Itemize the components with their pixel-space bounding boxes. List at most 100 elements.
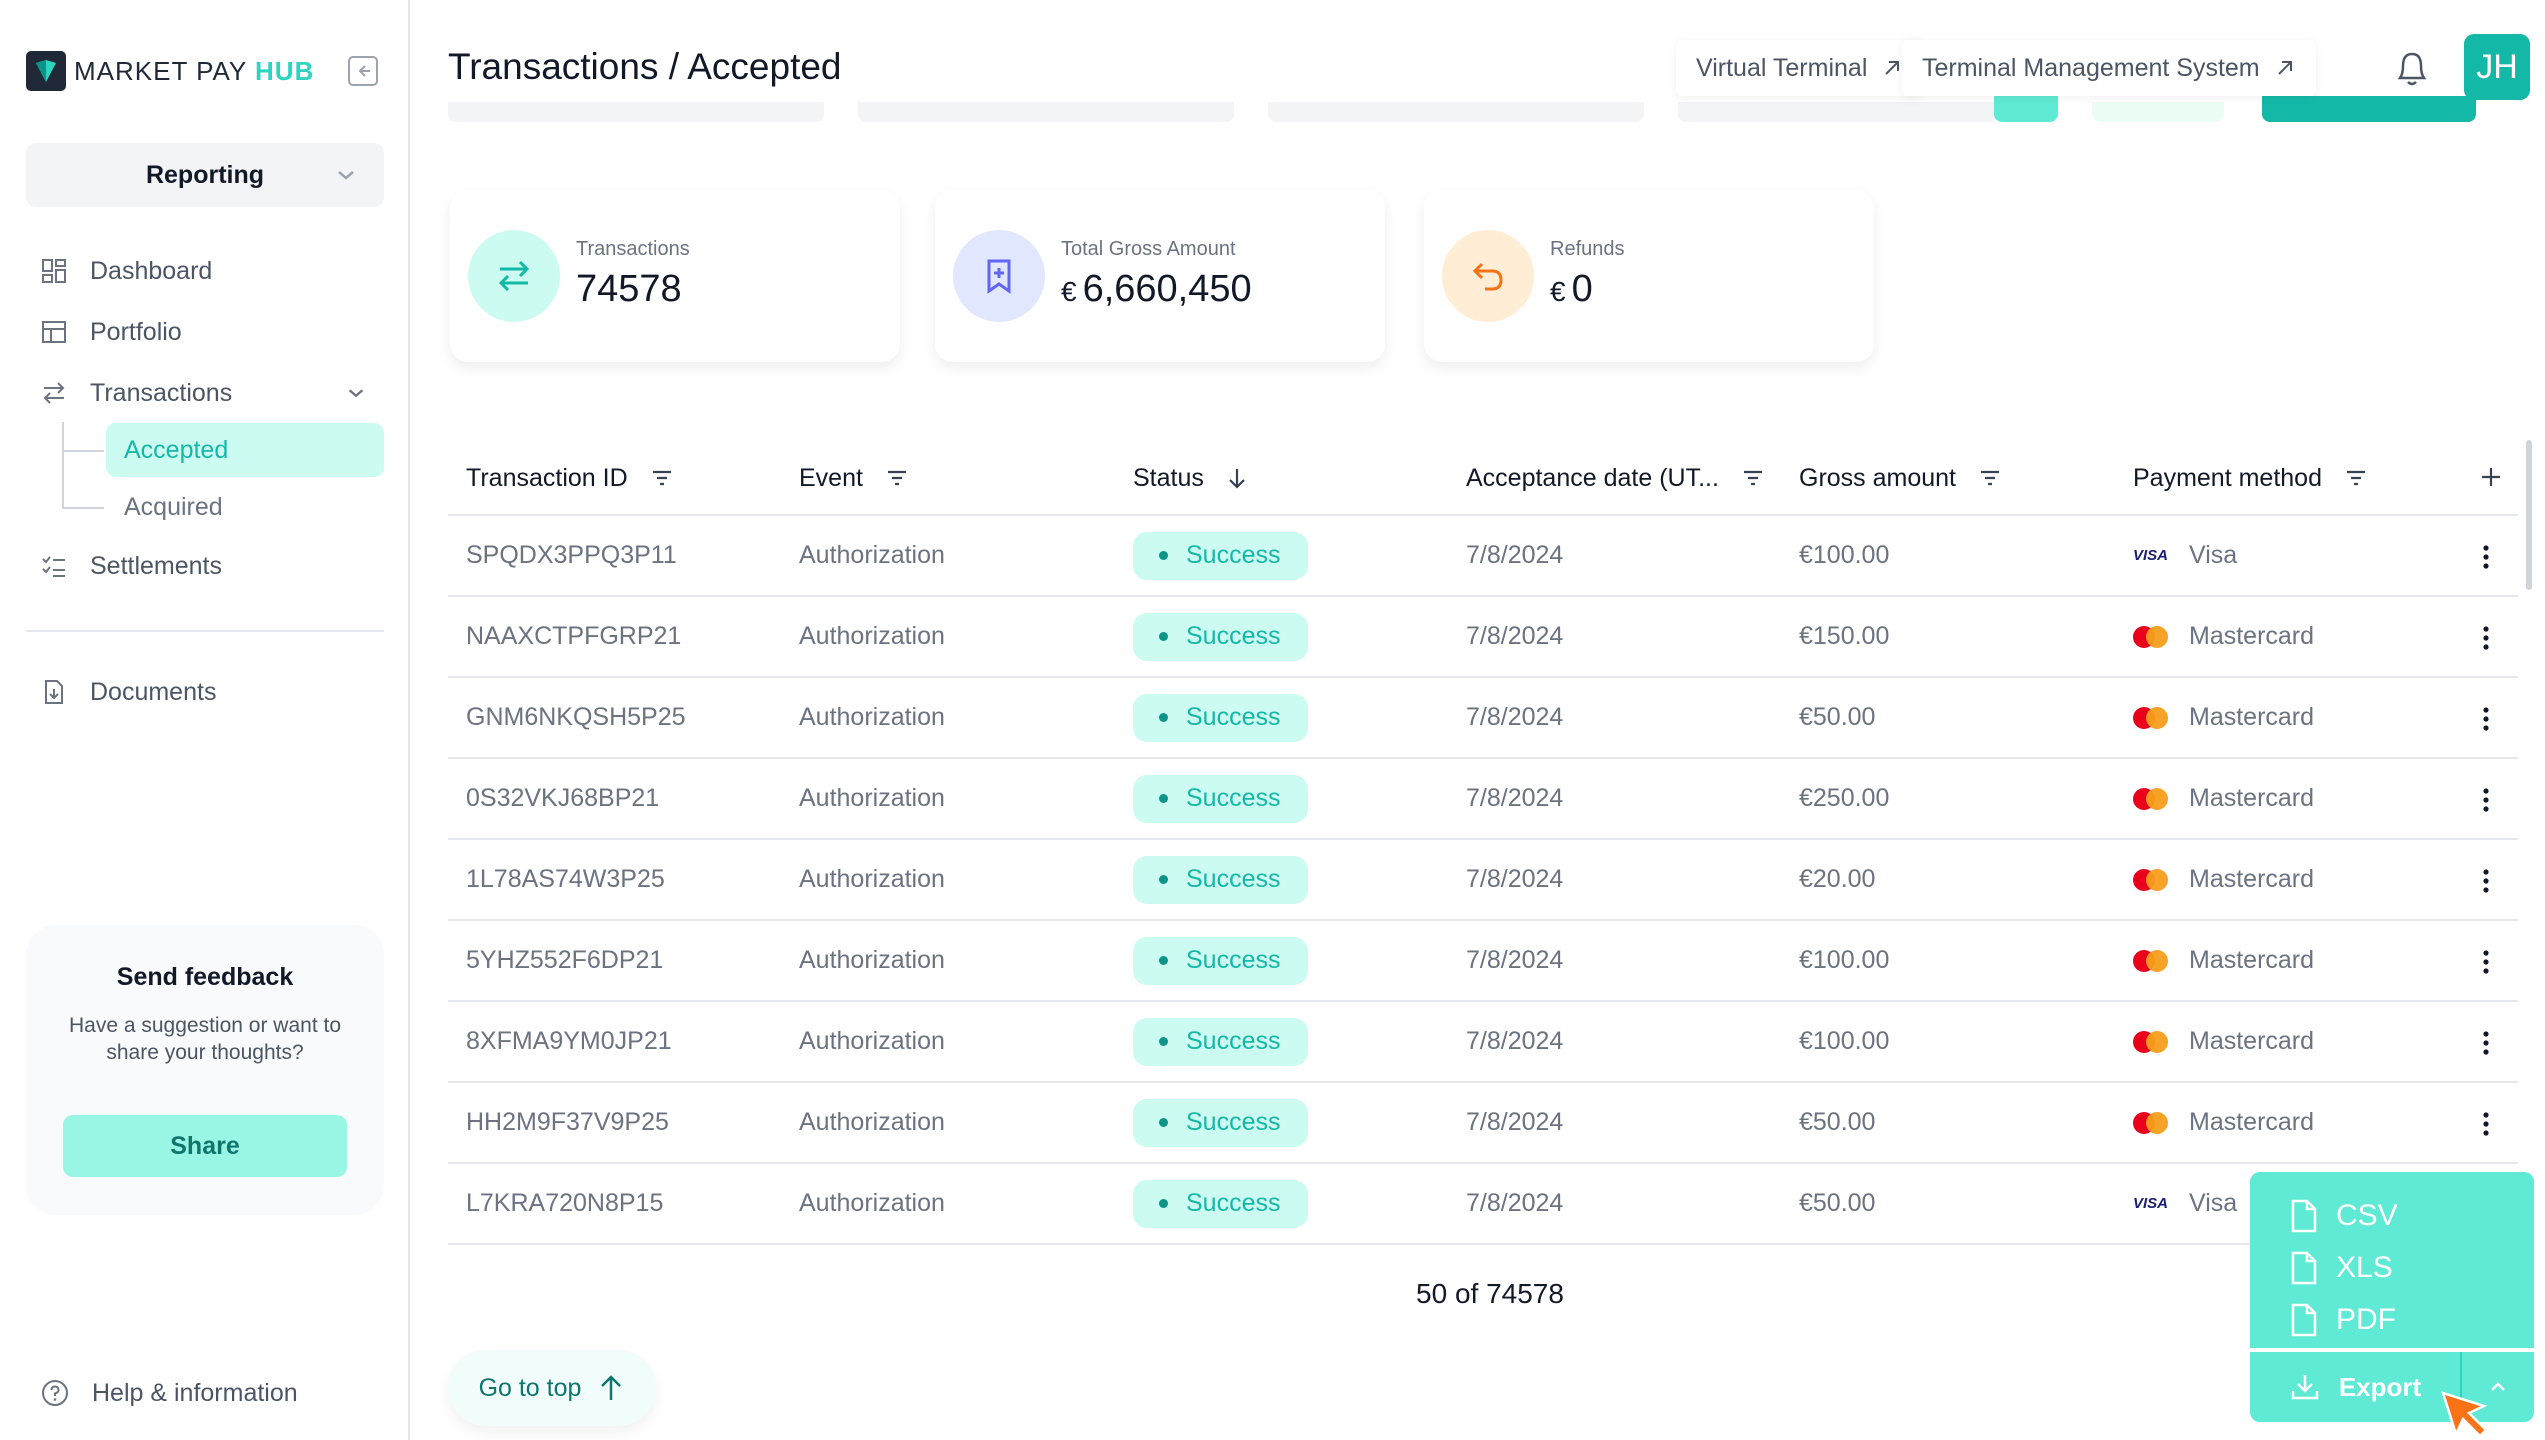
cell-transaction-id[interactable]: L7KRA720N8P15: [466, 1164, 663, 1243]
row-actions-kebab-icon[interactable]: [2482, 949, 2490, 975]
share-button[interactable]: Share: [63, 1115, 347, 1177]
filter-icon[interactable]: [885, 468, 909, 488]
export-button[interactable]: Export: [2250, 1352, 2460, 1422]
column-label: Gross amount: [1799, 463, 1957, 492]
collapse-sidebar-icon[interactable]: [348, 56, 378, 86]
row-actions-kebab-icon[interactable]: [2482, 1030, 2490, 1056]
search-button-obscured[interactable]: [2262, 96, 2476, 122]
sidebar-item-settlements[interactable]: Settlements: [40, 541, 385, 591]
row-actions-kebab-icon[interactable]: [2482, 544, 2490, 570]
table-row[interactable]: L7KRA720N8P15 Authorization Success 7/8/202…: [448, 1164, 2518, 1245]
table-row[interactable]: HH2M9F37V9P25 Authorization Success 7/8/202…: [448, 1083, 2518, 1164]
add-column-plus-icon[interactable]: [2478, 464, 2504, 490]
column-header-payment-method[interactable]: Payment method: [2133, 440, 2368, 516]
brand-logo[interactable]: MARKET PAY HUB: [26, 50, 314, 92]
reset-button-obscured[interactable]: [2092, 102, 2224, 122]
user-avatar[interactable]: JH: [2464, 34, 2530, 100]
export-dropdown-menu: CSV XLS PDF: [2250, 1172, 2534, 1348]
status-badge: Success: [1133, 531, 1309, 580]
feedback-title: Send feedback: [116, 963, 294, 991]
status-dot-icon: [1159, 875, 1168, 884]
export-option-csv[interactable]: CSV: [2290, 1194, 2398, 1238]
chevron-down-icon[interactable]: [345, 382, 367, 404]
cell-transaction-id[interactable]: GNM6NKQSH5P25: [466, 678, 686, 757]
table-row[interactable]: 0S32VKJ68BP21 Authorization Success 7/8/202…: [448, 759, 2518, 840]
cell-transaction-id[interactable]: SPQDX3PPQ3P11: [466, 516, 677, 595]
table-header: Transaction ID Event Status Acceptance d…: [448, 440, 2518, 516]
tree-connector: [62, 422, 64, 508]
cell-transaction-id[interactable]: HH2M9F37V9P25: [466, 1083, 669, 1162]
filter-field-obscured[interactable]: [1268, 102, 1644, 122]
external-link-icon: [1885, 61, 1900, 75]
cell-event: Authorization: [799, 1027, 945, 1055]
calendar-button-obscured[interactable]: [1994, 96, 2058, 122]
cell-acceptance-date: 7/8/2024: [1466, 865, 1564, 893]
payment-method-label: Mastercard: [2189, 865, 2315, 893]
sidebar-subitem-accepted[interactable]: Accepted: [106, 423, 384, 477]
column-header-status[interactable]: Status: [1133, 440, 1248, 516]
column-header-gross-amount[interactable]: Gross amount: [1799, 440, 2002, 516]
table-row[interactable]: GNM6NKQSH5P25 Authorization Success 7/8/202…: [448, 678, 2518, 759]
mastercard-logo-icon: [2133, 1111, 2169, 1134]
payment-method-label: Visa: [2189, 1189, 2238, 1217]
row-actions-kebab-icon[interactable]: [2482, 625, 2490, 651]
cell-transaction-id[interactable]: 8XFMA9YM0JP21: [466, 1002, 672, 1081]
sidebar-item-portfolio[interactable]: Portfolio: [40, 307, 385, 357]
status-dot-icon: [1159, 794, 1168, 803]
filter-icon[interactable]: [1978, 468, 2002, 488]
payment-method-label: Mastercard: [2189, 946, 2315, 974]
status-badge: Success: [1133, 1179, 1309, 1228]
sidebar-item-documents[interactable]: Documents: [40, 667, 385, 717]
table-row[interactable]: SPQDX3PPQ3P11 Authorization Success 7/8/202…: [448, 516, 2518, 597]
terminal-management-link[interactable]: Terminal Management System: [1902, 40, 2316, 96]
cell-acceptance-date: 7/8/2024: [1466, 784, 1564, 812]
export-option-pdf[interactable]: PDF: [2290, 1298, 2396, 1342]
sidebar-subitem-acquired[interactable]: Acquired: [106, 480, 384, 534]
filter-icon[interactable]: [650, 468, 674, 488]
table-row[interactable]: NAAXCTPFGRP21 Authorization Success 7/8/202…: [448, 597, 2518, 678]
cell-transaction-id[interactable]: 1L78AS74W3P25: [466, 840, 665, 919]
cell-transaction-id[interactable]: NAAXCTPFGRP21: [466, 597, 681, 676]
row-actions-kebab-icon[interactable]: [2482, 1111, 2490, 1137]
bookmark-plus-icon: [953, 230, 1045, 322]
notifications-bell-icon[interactable]: [2392, 46, 2432, 90]
export-option-xls[interactable]: XLS: [2290, 1246, 2393, 1290]
row-actions-kebab-icon[interactable]: [2482, 868, 2490, 894]
row-actions-kebab-icon[interactable]: [2482, 787, 2490, 813]
module-select[interactable]: Reporting: [26, 143, 384, 207]
sidebar-subitem-label: Accepted: [124, 435, 229, 464]
undo-arrow-icon: [1442, 230, 1534, 322]
help-information-link[interactable]: Help & information: [40, 1368, 385, 1418]
filter-icon[interactable]: [2344, 468, 2368, 488]
cell-event: Authorization: [799, 1189, 945, 1217]
filter-field-obscured[interactable]: [858, 102, 1234, 122]
table-scrollbar[interactable]: [2526, 440, 2532, 590]
column-header-transaction-id[interactable]: Transaction ID: [466, 440, 674, 516]
sidebar-item-label: Settlements: [90, 551, 223, 580]
table-row[interactable]: 8XFMA9YM0JP21 Authorization Success 7/8/202…: [448, 1002, 2518, 1083]
link-label: Virtual Terminal: [1696, 53, 1868, 82]
cell-payment-method: Mastercard: [2133, 1083, 2314, 1162]
table-row[interactable]: 1L78AS74W3P25 Authorization Success 7/8/202…: [448, 840, 2518, 921]
column-header-event[interactable]: Event: [799, 440, 909, 516]
brand-name: MARKET PAY HUB: [74, 55, 315, 86]
payment-method-label: Visa: [2189, 541, 2238, 569]
cell-transaction-id[interactable]: 5YHZ552F6DP21: [466, 921, 663, 1000]
sort-desc-arrow-icon[interactable]: [1226, 466, 1248, 490]
date-filter-obscured[interactable]: [1678, 102, 1998, 122]
filter-field-obscured[interactable]: [448, 102, 824, 122]
cell-status: Success: [1133, 597, 1309, 676]
filter-icon[interactable]: [1741, 468, 1765, 488]
table-row[interactable]: 5YHZ552F6DP21 Authorization Success 7/8/202…: [448, 921, 2518, 1002]
column-label: Acceptance date (UT...: [1466, 463, 1719, 492]
sidebar-item-dashboard[interactable]: Dashboard: [40, 246, 385, 296]
column-header-acceptance-date[interactable]: Acceptance date (UT...: [1466, 440, 1765, 516]
link-label: Terminal Management System: [1922, 53, 2260, 82]
kpi-label: Total Gross Amount: [1061, 238, 1236, 260]
virtual-terminal-link[interactable]: Virtual Terminal: [1676, 40, 1924, 96]
go-to-top-button[interactable]: Go to top: [448, 1350, 656, 1426]
status-badge: Success: [1133, 774, 1309, 823]
cell-transaction-id[interactable]: 0S32VKJ68BP21: [466, 759, 659, 838]
row-actions-kebab-icon[interactable]: [2482, 706, 2490, 732]
sidebar-item-transactions[interactable]: Transactions: [40, 368, 385, 418]
